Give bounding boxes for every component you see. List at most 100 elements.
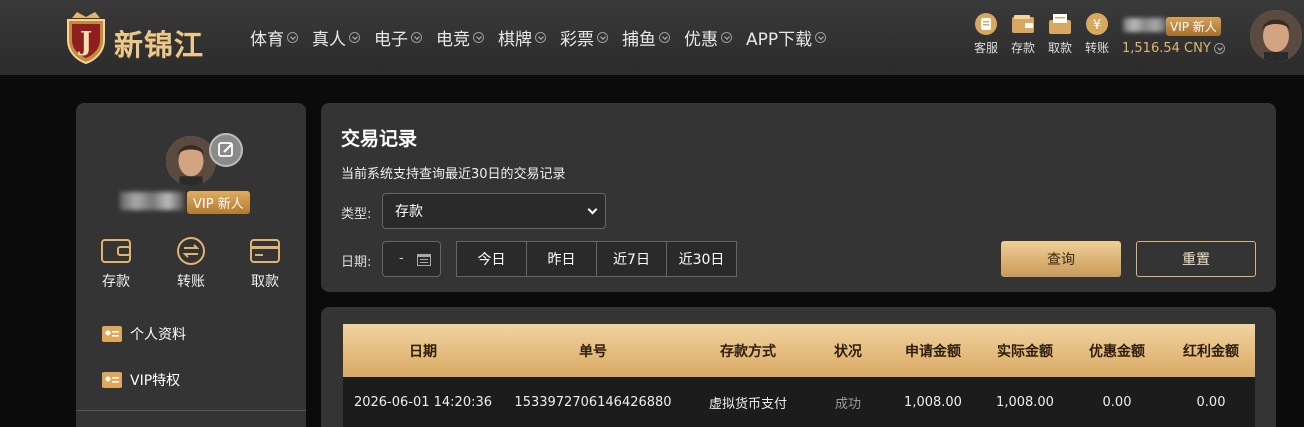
chevron-down-icon xyxy=(721,32,732,43)
main-nav: 体育 真人 电子 电竞 棋牌 彩票 捕鱼 优惠 APP下载 xyxy=(250,0,840,75)
nav-label: 体育 xyxy=(250,30,284,50)
quick-transfer[interactable]: ¥ 转账 xyxy=(1079,12,1115,56)
avatar[interactable] xyxy=(1250,10,1302,62)
nav-label: 电子 xyxy=(374,30,408,50)
column-header: 实际金额 xyxy=(997,343,1053,360)
date-value: - xyxy=(399,251,404,266)
cell-status: 成功 xyxy=(834,396,861,412)
nav-label: 优惠 xyxy=(684,30,718,50)
cell-promo-amount: 0.00 xyxy=(1102,394,1132,410)
quick-deposit[interactable]: 存款 xyxy=(1005,12,1041,56)
username-masked xyxy=(1123,18,1167,32)
transfer-icon xyxy=(177,237,205,265)
balance[interactable]: 1,516.54 CNY xyxy=(1122,41,1225,56)
chevron-down-icon xyxy=(815,32,827,43)
table-header: 日期 单号 存款方式 状况 申请金额 实际金额 优惠金额 红利金额 xyxy=(343,324,1255,377)
vip-badge: VIP 新人 xyxy=(1166,17,1221,36)
date-picker[interactable]: - xyxy=(382,241,441,277)
range-7days-button[interactable]: 近7日 xyxy=(596,241,667,277)
quick-label: 存款 xyxy=(1010,41,1035,55)
nav-item-lottery[interactable]: 彩票 xyxy=(560,25,608,50)
nav-label: 电竞 xyxy=(436,30,470,50)
cell-method: 虚拟货币支付 xyxy=(708,396,787,412)
chevron-down-icon xyxy=(1213,43,1225,54)
nav-label: 棋牌 xyxy=(498,30,532,50)
logo-shield-icon: J xyxy=(67,12,105,64)
quick-label: 客服 xyxy=(973,41,998,55)
divider xyxy=(76,410,306,411)
action-label: 存款 xyxy=(102,274,130,290)
range-yesterday-button[interactable]: 昨日 xyxy=(526,241,597,277)
chevron-down-icon xyxy=(587,204,598,215)
user-info[interactable]: VIP 新人 1,516.54 CNY xyxy=(1120,14,1230,60)
column-header: 优惠金额 xyxy=(1089,343,1145,360)
page-subtitle: 当前系统支持查询最近30日的交易记录 xyxy=(341,167,566,182)
sidebar-withdraw-button[interactable]: 取款 xyxy=(240,236,290,291)
range-30days-button[interactable]: 近30日 xyxy=(666,241,737,277)
nav-item-app-download[interactable]: APP下载 xyxy=(746,25,827,50)
nav-item-fishing[interactable]: 捕鱼 xyxy=(622,25,670,50)
chevron-down-icon xyxy=(535,32,546,43)
sidebar-transfer-button[interactable]: 转账 xyxy=(166,236,216,291)
nav-item-esports[interactable]: 电竞 xyxy=(436,25,484,50)
chevron-down-icon xyxy=(659,32,670,43)
type-select[interactable]: 存款 xyxy=(382,193,606,229)
id-card-icon xyxy=(102,326,122,342)
transaction-table-panel: 日期 单号 存款方式 状况 申请金额 实际金额 优惠金额 红利金额 2026-0… xyxy=(321,307,1276,427)
chevron-down-icon xyxy=(287,32,298,43)
column-header: 申请金额 xyxy=(905,343,961,360)
chevron-down-icon xyxy=(473,32,484,43)
svg-text:J: J xyxy=(78,27,92,57)
cell-requested-amount: 1,008.00 xyxy=(904,394,962,410)
nav-item-promotions[interactable]: 优惠 xyxy=(684,25,732,50)
action-label: 取款 xyxy=(251,274,279,290)
action-label: 转账 xyxy=(177,274,205,290)
nav-item-slots[interactable]: 电子 xyxy=(374,25,422,50)
cell-actual-amount: 1,008.00 xyxy=(996,394,1054,410)
nav-label: 彩票 xyxy=(560,30,594,50)
transfer-icon: ¥ xyxy=(1086,13,1108,35)
type-label: 类型: xyxy=(341,207,372,222)
top-navbar: J 新锦江 体育 真人 电子 电竞 棋牌 彩票 捕鱼 优惠 APP下载 客服 存… xyxy=(0,0,1304,75)
edit-icon xyxy=(218,142,233,157)
logo-text: 新锦江 xyxy=(114,28,205,62)
sidebar-item-vip[interactable]: VIP特权 xyxy=(102,370,180,390)
account-sidebar: VIP 新人 存款 转账 取款 个人资料 VIP特权 xyxy=(76,103,306,427)
column-header: 状况 xyxy=(834,343,862,360)
quick-customer-service[interactable]: 客服 xyxy=(968,12,1004,56)
date-label: 日期: xyxy=(341,255,372,270)
quick-label: 转账 xyxy=(1084,41,1109,55)
username-masked xyxy=(120,192,184,210)
nav-label: 真人 xyxy=(312,30,346,50)
vip-badge: VIP 新人 xyxy=(187,191,250,214)
edit-profile-button[interactable] xyxy=(209,133,243,167)
wallet-icon xyxy=(101,239,131,263)
nav-item-cards[interactable]: 棋牌 xyxy=(498,25,546,50)
reset-button[interactable]: 重置 xyxy=(1136,241,1256,277)
nav-item-live[interactable]: 真人 xyxy=(312,25,360,50)
range-today-button[interactable]: 今日 xyxy=(456,241,527,277)
chevron-down-icon xyxy=(597,32,608,43)
query-button[interactable]: 查询 xyxy=(1001,241,1121,277)
cell-date: 2026-06-01 14:20:36 xyxy=(353,394,493,410)
nav-label: 捕鱼 xyxy=(622,30,656,50)
table-row: 2026-06-01 14:20:36 1533972706146426880 … xyxy=(343,377,1255,427)
sidebar-deposit-button[interactable]: 存款 xyxy=(91,236,141,291)
chevron-down-icon xyxy=(411,32,422,43)
menu-label: VIP特权 xyxy=(130,373,181,389)
nav-label: APP下载 xyxy=(746,30,813,50)
cell-order-id: 1533972706146426880 xyxy=(514,394,672,410)
avatar[interactable] xyxy=(166,136,216,186)
customer-service-icon xyxy=(975,13,997,35)
sidebar-item-profile[interactable]: 个人资料 xyxy=(102,324,186,344)
withdraw-icon xyxy=(1049,14,1071,34)
page-title: 交易记录 xyxy=(341,128,418,150)
quick-withdraw[interactable]: 取款 xyxy=(1042,12,1078,56)
id-card-icon xyxy=(102,372,122,388)
column-header: 日期 xyxy=(409,343,437,360)
wallet-icon xyxy=(1012,15,1034,33)
nav-item-sports[interactable]: 体育 xyxy=(250,25,298,50)
brand-logo[interactable]: J 新锦江 xyxy=(62,6,222,68)
card-icon xyxy=(250,239,280,263)
svg-text:¥: ¥ xyxy=(1093,18,1101,33)
